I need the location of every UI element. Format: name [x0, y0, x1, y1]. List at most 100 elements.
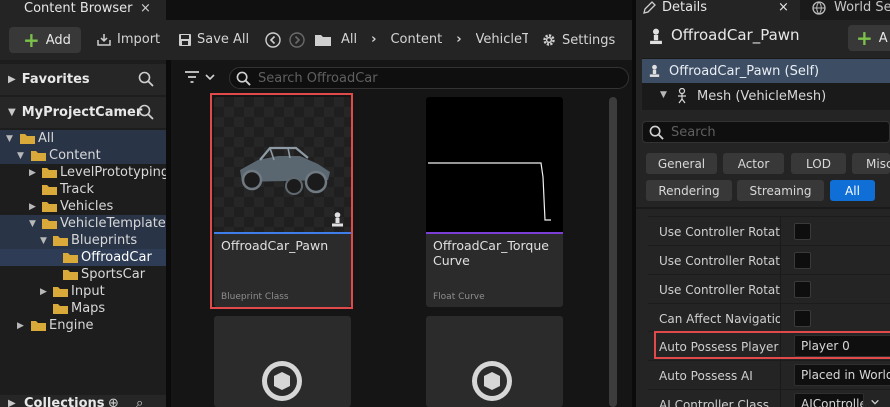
- actor-title: OffroadCar_Pawn: [671, 26, 800, 44]
- asset-search-input[interactable]: Search OffroadCar: [229, 67, 629, 89]
- tree-item-sportscar[interactable]: SportsCar: [0, 266, 166, 283]
- caret-right-icon: ▶: [8, 74, 16, 85]
- tree-item-label: OffroadCar: [81, 250, 152, 265]
- filter-actor-button[interactable]: Actor: [723, 153, 784, 174]
- asset-tile-partial[interactable]: [426, 316, 563, 407]
- collections-header[interactable]: ▶ Collections ⊕ ⌕: [0, 395, 166, 407]
- caret-right-icon: ▶: [8, 398, 16, 407]
- folder-open-icon: [53, 235, 68, 246]
- asset-tile-offroadcar-torquecurve[interactable]: OffroadCar_Torque Curve Float Curve: [426, 97, 563, 307]
- filter-misc-button[interactable]: Misc: [852, 153, 890, 174]
- tree-item-label: Input: [71, 284, 105, 299]
- tree-item-engine[interactable]: ▶ Engine: [0, 317, 166, 334]
- property-checkbox[interactable]: [794, 310, 811, 327]
- tab-content-browser[interactable]: Content Browser ×: [0, 0, 166, 20]
- property-label: Auto Possess AI: [659, 369, 753, 383]
- folder-icon: [53, 303, 68, 314]
- folder-open-icon: [42, 218, 57, 229]
- caret-down-icon: ▼: [40, 235, 47, 246]
- folder-icon: [63, 269, 78, 280]
- close-icon[interactable]: ×: [140, 1, 151, 16]
- component-tree: OffroadCar_Pawn (Self) ▼ Mesh (VehicleMe…: [642, 58, 890, 110]
- favorites-header[interactable]: ▶ Favorites: [0, 64, 166, 95]
- import-button[interactable]: Import: [96, 32, 160, 47]
- tree-item-label: Vehicles: [60, 199, 114, 214]
- folder-icon: [42, 201, 57, 212]
- history-forward-icon[interactable]: [289, 32, 305, 48]
- filter-all-button[interactable]: All: [830, 180, 875, 201]
- ai-controller-class-dropdown[interactable]: AIControlle: [794, 393, 864, 407]
- tab-world-settings[interactable]: World Se: [800, 0, 890, 20]
- property-row: Use Controller Rotati...: [648, 216, 890, 246]
- folder-icon[interactable]: [314, 33, 332, 47]
- globe-icon: [812, 1, 826, 15]
- property-checkbox[interactable]: [794, 223, 811, 240]
- tree-item-all[interactable]: ▼ All: [0, 130, 166, 147]
- close-icon[interactable]: ×: [778, 0, 789, 15]
- tree-item-blueprints[interactable]: ▼ Blueprints: [0, 232, 166, 249]
- search-icon[interactable]: [138, 71, 154, 87]
- static-mesh-icon: [472, 361, 512, 401]
- folder-open-icon: [20, 133, 35, 144]
- filter-rendering-button[interactable]: Rendering: [646, 180, 732, 201]
- chevron-right-icon[interactable]: ›: [456, 32, 461, 47]
- gear-icon: [541, 32, 557, 48]
- filter-icon[interactable]: [184, 70, 200, 84]
- highlight-frame: [654, 331, 890, 359]
- property-row: Use Controller Rotati...: [648, 245, 890, 275]
- tree-item-label: Blueprints: [71, 233, 138, 248]
- add-button[interactable]: + Add: [9, 27, 81, 53]
- caret-down-icon: ▼: [6, 133, 13, 144]
- tree-item-levelprototyping[interactable]: ▶ LevelPrototyping: [0, 164, 169, 181]
- breadcrumb-item-content[interactable]: Content: [390, 32, 442, 47]
- property-label: Use Controller Rotati...: [659, 225, 781, 239]
- details-search-placeholder: Search: [671, 124, 716, 140]
- folder-tree: ▼ All ▼ Content ▶ LevelPrototyping Track…: [0, 130, 169, 340]
- search-icon[interactable]: [138, 104, 154, 120]
- property-label: Use Controller Rotati...: [659, 283, 781, 297]
- caret-right-icon: ▶: [29, 167, 36, 178]
- auto-possess-ai-dropdown[interactable]: Placed in World: [794, 364, 890, 386]
- property-row: Auto Possess AI Placed in World: [648, 360, 890, 390]
- history-back-icon[interactable]: [265, 32, 281, 48]
- filter-streaming-button[interactable]: Streaming: [737, 180, 824, 201]
- add-collection-icon[interactable]: ⊕: [108, 397, 119, 407]
- tree-item-content[interactable]: ▼ Content: [0, 147, 166, 164]
- settings-button[interactable]: Settings: [541, 32, 615, 48]
- breadcrumb-item-vehicletemplate[interactable]: VehicleT: [476, 32, 528, 47]
- settings-label: Settings: [562, 32, 616, 48]
- details-search-input[interactable]: Search: [642, 121, 890, 143]
- tree-item-track[interactable]: Track: [0, 181, 166, 198]
- property-checkbox[interactable]: [794, 281, 811, 298]
- add-component-button[interactable]: + A: [848, 25, 890, 51]
- project-header[interactable]: ▼ MyProjectCamer: [0, 97, 166, 128]
- filter-lod-button[interactable]: LOD: [791, 153, 846, 174]
- tree-item-input[interactable]: ▶ Input: [0, 283, 166, 300]
- folder-icon: [31, 320, 46, 331]
- asset-search-placeholder: Search OffroadCar: [258, 70, 378, 86]
- pawn-icon: [650, 28, 662, 45]
- save-all-label: Save All: [197, 32, 250, 47]
- tree-item-offroadcar[interactable]: OffroadCar: [0, 249, 166, 266]
- tab-details[interactable]: Details ×: [636, 0, 800, 20]
- tree-item-vehicletemplate[interactable]: ▼ VehicleTemplate: [0, 215, 166, 232]
- asset-tile-partial[interactable]: [214, 316, 351, 407]
- plus-icon: +: [23, 28, 40, 52]
- chevron-down-icon[interactable]: [204, 71, 216, 83]
- property-checkbox[interactable]: [794, 252, 811, 269]
- tree-item-vehicles[interactable]: ▶ Vehicles: [0, 198, 166, 215]
- search-icon[interactable]: ⌕: [136, 397, 143, 407]
- tree-item-maps[interactable]: Maps: [0, 300, 166, 317]
- component-item-self[interactable]: OffroadCar_Pawn (Self): [642, 59, 890, 83]
- caret-down-icon: ▼: [29, 218, 36, 229]
- asset-grid-scrollbar[interactable]: [609, 97, 617, 407]
- chevron-down-icon[interactable]: [870, 397, 880, 407]
- breadcrumb-item-all[interactable]: All: [341, 32, 357, 47]
- filter-general-button[interactable]: General: [646, 153, 717, 174]
- save-all-button[interactable]: Save All: [178, 32, 249, 47]
- component-item-mesh[interactable]: ▼ Mesh (VehicleMesh): [642, 84, 890, 108]
- chevron-right-icon[interactable]: ›: [371, 32, 376, 47]
- asset-name: OffroadCar_Torque Curve: [433, 238, 549, 268]
- tree-item-label: Track: [60, 182, 95, 197]
- caret-down-icon: ▼: [660, 90, 667, 100]
